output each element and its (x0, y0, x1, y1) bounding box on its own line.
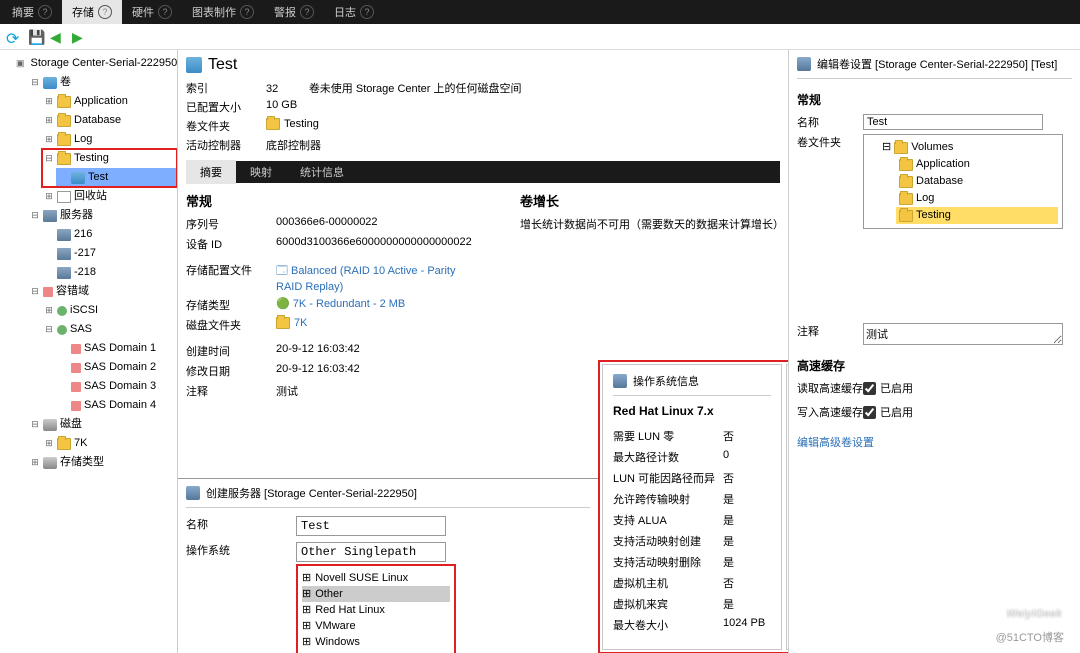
tree-disks[interactable]: ⊟磁盘 (28, 415, 177, 434)
tree-folder-database[interactable]: ⊞Database (42, 111, 177, 130)
subtab-stats[interactable]: 统计信息 (286, 160, 358, 184)
tree-sas-domain[interactable]: SAS Domain 4 (56, 396, 177, 415)
subtab-mapping[interactable]: 映射 (236, 160, 286, 184)
tree-disk-item[interactable]: ⊞7K (42, 434, 177, 453)
advanced-link[interactable]: 编辑高级卷设置 (797, 434, 874, 450)
os-option[interactable]: ⊞ VMware (302, 618, 450, 634)
credit: @51CTO博客 (996, 629, 1064, 645)
os-option[interactable]: ⊞ Novell SUSE Linux (302, 570, 450, 586)
write-cache-checkbox[interactable]: 已启用 (863, 404, 913, 420)
tree-storage-types[interactable]: ⊞存储类型 (28, 453, 177, 472)
os-box-b: 操作系统信息 Windows 2012 需要 LUN 零否最大路径计数1LUN … (786, 364, 788, 650)
os-options[interactable]: ⊞ Novell SUSE Linux⊞ Other⊞ Red Hat Linu… (296, 564, 456, 653)
growth-heading: 卷增长 (520, 191, 780, 210)
tree-sas-domain[interactable]: SAS Domain 1 (56, 339, 177, 358)
create-server-dialog: 创建服务器 [Storage Center-Serial-222950] 名称 … (178, 478, 598, 653)
tree-folder-log[interactable]: ⊞Log (42, 130, 177, 149)
os-select[interactable]: Other Singlepath (296, 542, 446, 562)
tree-sas[interactable]: ⊟SAS (42, 320, 177, 339)
right-title: 编辑卷设置 [Storage Center-Serial-222950] [Te… (817, 56, 1057, 72)
right-panel: 编辑卷设置 [Storage Center-Serial-222950] [Te… (788, 50, 1080, 653)
tree-servers[interactable]: ⊟服务器 (28, 206, 177, 225)
back-icon[interactable]: ◀ (50, 29, 66, 45)
settings-icon (797, 57, 811, 71)
tree-server-item[interactable]: -217 (42, 244, 177, 263)
right-folder-tree[interactable]: ⊟Volumes ApplicationDatabaseLogTesting (863, 134, 1063, 229)
toolbar: ⟳ 💾 ◀ ▶ (0, 24, 1080, 50)
right-tree-item[interactable]: Log (896, 190, 1058, 207)
name-input[interactable]: Test (296, 516, 446, 536)
tree-server-item[interactable]: -218 (42, 263, 177, 282)
forward-icon[interactable]: ▶ (72, 29, 88, 45)
save-icon[interactable]: 💾 (28, 29, 44, 45)
menu-chart[interactable]: 图表制作 ? (182, 0, 264, 24)
growth-note: 增长统计数据尚不可用（需要数天的数据来计算增长） (520, 216, 780, 232)
help-icon[interactable]: ? (240, 5, 254, 19)
tree-folder-testing[interactable]: ⊟Testing (42, 149, 177, 168)
os-box-a: 操作系统信息 Red Hat Linux 7.x 需要 LUN 零否最大路径计数… (602, 364, 782, 650)
dfolder-link[interactable]: 7K (276, 317, 480, 333)
volfolder-link[interactable]: Testing (266, 118, 780, 134)
right-tree-item[interactable]: Application (896, 156, 1058, 173)
stype-link[interactable]: 🟢 7K - Redundant - 2 MB (276, 297, 480, 313)
menu-hardware[interactable]: 硬件 ? (122, 0, 182, 24)
tree-sas-domain[interactable]: SAS Domain 3 (56, 377, 177, 396)
tree-iscsi[interactable]: ⊞iSCSI (42, 301, 177, 320)
tree-volumes[interactable]: ⊟卷 (28, 73, 177, 92)
tree-fault-domain[interactable]: ⊟容错域 (28, 282, 177, 301)
tree-root[interactable]: ▣Storage Center-Serial-222950 (14, 54, 177, 73)
volume-icon (186, 57, 202, 73)
subtabs: 摘要 映射 统计信息 (186, 161, 780, 183)
read-cache-checkbox[interactable]: 已启用 (863, 380, 913, 396)
os-option[interactable]: ⊞ Red Hat Linux (302, 602, 450, 618)
menu-alerts[interactable]: 警报 ? (264, 0, 324, 24)
dialog-title: 创建服务器 [Storage Center-Serial-222950] (206, 485, 417, 501)
tree-volume-test[interactable]: Test (56, 168, 177, 187)
prop-index-k: 索引 (186, 80, 266, 96)
help-icon[interactable]: ? (300, 5, 314, 19)
dialog-icon (186, 486, 200, 500)
refresh-icon[interactable]: ⟳ (6, 29, 22, 45)
tree-sas-domain[interactable]: SAS Domain 2 (56, 358, 177, 377)
right-notes[interactable] (863, 323, 1063, 345)
os-option[interactable]: ⊞ Other (302, 586, 450, 602)
right-tree-item[interactable]: Database (896, 173, 1058, 190)
right-name-input[interactable] (863, 114, 1043, 130)
menu-summary[interactable]: 摘要 ? (2, 0, 62, 24)
menu-storage[interactable]: 存储 ? (62, 0, 122, 24)
help-icon[interactable]: ? (98, 5, 112, 19)
nav-tree[interactable]: ▣Storage Center-Serial-222950 ⊟卷 ⊞Applic… (0, 50, 178, 653)
tree-recycle[interactable]: ⊞回收站 (42, 187, 177, 206)
menu-logs[interactable]: 日志 ? (324, 0, 384, 24)
help-icon[interactable]: ? (360, 5, 374, 19)
tree-server-item[interactable]: 216 (42, 225, 177, 244)
profile-link[interactable]: 🗔 Balanced (RAID 10 Active - Parity RAID… (276, 262, 480, 293)
os-name-a: Red Hat Linux 7.x (613, 404, 771, 418)
center-panel: Test 索引 32 卷未使用 Storage Center 上的任何磁盘空间 … (178, 50, 788, 653)
os-compare: 操作系统信息 Red Hat Linux 7.x 需要 LUN 零否最大路径计数… (598, 360, 788, 653)
os-icon (613, 374, 627, 388)
help-icon[interactable]: ? (158, 5, 172, 19)
right-tree-item[interactable]: Testing (896, 207, 1058, 224)
os-option[interactable]: ⊞ Windows (302, 634, 450, 650)
subtab-summary[interactable]: 摘要 (186, 160, 236, 184)
general-heading: 常规 (186, 191, 480, 210)
top-menu: 摘要 ? 存储 ? 硬件 ? 图表制作 ? 警报 ? 日志 ? (0, 0, 1080, 24)
help-icon[interactable]: ? (38, 5, 52, 19)
page-title: Test (208, 56, 237, 74)
tree-folder-application[interactable]: ⊞Application (42, 92, 177, 111)
